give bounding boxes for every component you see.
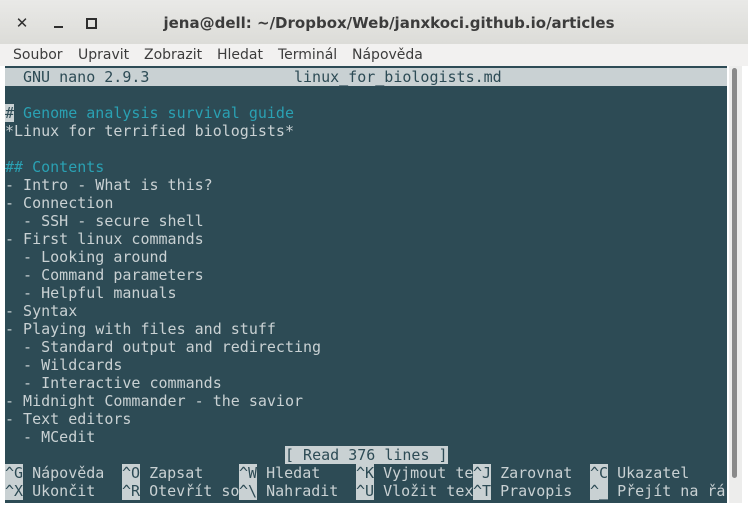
shortcut-item: ^R Otevřít so [122,482,239,500]
editor-line[interactable]: - Intro - What is this? [5,176,213,194]
editor-line[interactable]: - Standard output and redirecting [5,338,321,356]
terminal-window: ✕ jena@dell: ~/Dropbox/Web/janxkoci.gith… [0,0,748,510]
editor-line[interactable]: ## Contents [5,158,104,176]
scrollbar-thumb[interactable] [732,68,737,478]
editor-line[interactable]: - Wildcards [5,356,122,374]
shortcut-key: ^\ [239,482,258,500]
shortcut-item: ^\ Nahradit [239,482,338,500]
editor-line[interactable]: - Midnight Commander - the savior [5,392,303,410]
menu-hledat[interactable]: Hledat [217,44,263,66]
text-cursor: # [5,104,15,122]
editor-line[interactable]: - MCedit [5,428,95,446]
shortcut-key: ^G [5,464,24,482]
editor-line-1[interactable]: # Genome analysis survival guide [5,104,294,122]
shortcut-key: ^R [122,482,141,500]
scrollbar[interactable] [729,66,742,503]
editor-line-1-text: Genome analysis survival guide [14,104,294,122]
shortcut-label: Hledat [257,464,321,482]
editor-line[interactable]: - First linux commands [5,230,204,248]
shortcut-label: Ukončit [23,482,96,500]
shortcut-item: ^X Ukončit [5,482,95,500]
shortcut-key: ^U [356,482,375,500]
shortcut-item: ^C Ukazatel [590,464,689,482]
shortcut-label: Přejít na řá [608,482,726,500]
editor-line[interactable]: - Command parameters [5,266,204,284]
menu-upravit[interactable]: Upravit [78,44,129,66]
nano-header: GNU nano 2.9.3 linux_for_biologists.md [5,68,727,86]
shortcut-key: ^C [590,464,609,482]
editor-line[interactable]: - Helpful manuals [5,284,177,302]
shortcut-label: Vyjmout te [374,464,474,482]
menu-terminal[interactable]: Terminál [278,44,337,66]
shortcut-key: ^O [122,464,141,482]
editor-line[interactable]: - Syntax [5,302,77,320]
shortcut-label: Pravopis [491,482,573,500]
shortcut-key: ^_ [590,482,609,500]
shortcut-key: ^X [5,482,24,500]
shortcut-item: ^W Hledat [239,464,320,482]
editor-line[interactable]: - Connection [5,194,113,212]
shortcut-key: ^J [473,464,492,482]
shortcut-label: Ukazatel [608,464,690,482]
terminal-area[interactable]: GNU nano 2.9.3 linux_for_biologists.md #… [5,66,727,503]
nano-version: GNU nano 2.9.3 [23,68,150,86]
menu-napoveda[interactable]: Nápověda [352,44,423,66]
shortcut-item: ^O Zapsat [122,464,203,482]
shortcut-label: Zapsat [140,464,204,482]
shortcut-key: ^W [239,464,258,482]
editor-line[interactable]: *Linux for terrified biologists* [5,122,294,140]
shortcut-item: ^G Nápověda [5,464,104,482]
menu-soubor[interactable]: Soubor [13,44,63,66]
shortcut-label: Nahradit [257,482,339,500]
shortcut-label: Zarovnat [491,464,573,482]
menu-zobrazit[interactable]: Zobrazit [144,44,202,66]
menu-bar: Soubor Upravit Zobrazit Hledat Terminál … [0,44,748,66]
editor-line[interactable]: - SSH - secure shell [5,212,204,230]
shortcut-label: Nápověda [23,464,105,482]
window-title: jena@dell: ~/Dropbox/Web/janxkoci.github… [163,14,615,32]
status-message: [ Read 376 lines ] [285,446,448,464]
nano-filename: linux_for_biologists.md [294,68,502,86]
shortcut-item: ^_ Přejít na řá [590,482,725,500]
shortcut-key: ^T [473,482,492,500]
shortcut-key: ^K [356,464,375,482]
shortcut-item: ^T Pravopis [473,482,572,500]
shortcut-label: Vložit tex [374,482,474,500]
shortcut-item: ^U Vložit tex [356,482,473,500]
title-bar[interactable]: ✕ jena@dell: ~/Dropbox/Web/janxkoci.gith… [0,0,748,45]
editor-line[interactable]: - Looking around [5,248,168,266]
shortcut-item: ^J Zarovnat [473,464,572,482]
shortcut-item: ^K Vyjmout te [356,464,473,482]
editor-line[interactable]: - Interactive commands [5,374,222,392]
shortcut-label: Otevřít so [140,482,240,500]
editor-line[interactable]: - Text editors [5,410,131,428]
editor-line[interactable]: - Playing with files and stuff [5,320,276,338]
